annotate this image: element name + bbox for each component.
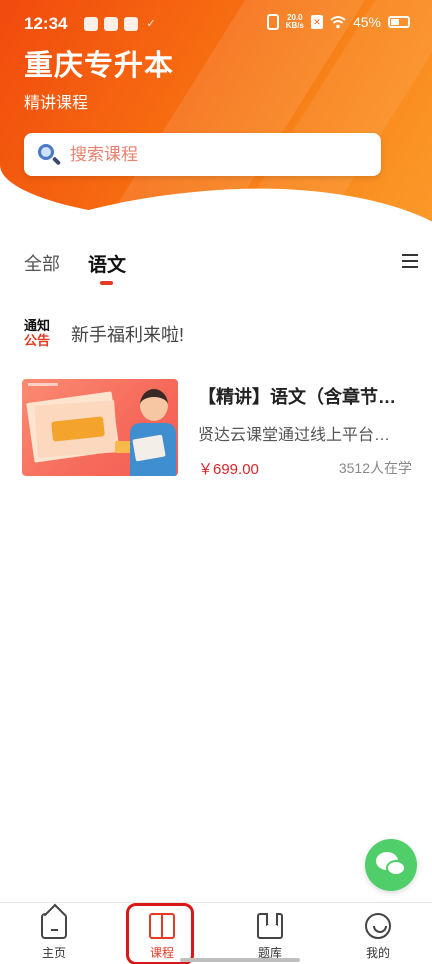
bottom-nav: 主页 课程 题库 我的 — [0, 902, 432, 964]
home-icon — [41, 913, 67, 939]
page-subtitle: 精讲课程 — [24, 95, 89, 112]
nav-home-label: 主页 — [41, 946, 66, 960]
page-title: 重庆专升本 — [24, 50, 175, 82]
notice-text: 新手福利来啦! — [71, 325, 185, 345]
course-card[interactable]: 【精讲】语文（含章节… 贤达云课堂通过线上平台… ￥699.00 3512人在学 — [22, 379, 412, 479]
soul-icon: ✓ — [146, 18, 156, 30]
notice-badge-line1: 通知 — [24, 318, 51, 333]
battery-icon — [388, 16, 410, 28]
app-notification-icon — [104, 17, 118, 31]
notification-icons: ✓ — [84, 17, 158, 31]
notice-badge: 通知 公告 — [24, 318, 56, 350]
nav-home[interactable]: 主页 — [0, 903, 108, 964]
course-description: 贤达云课堂通过线上平台… — [198, 427, 391, 444]
status-bar: 12:34 ✓ 20.0 KB/s ✕ 45% — [0, 10, 432, 40]
question-bank-icon — [257, 913, 283, 939]
nav-courses[interactable]: 课程 — [108, 903, 216, 964]
status-time: 12:34 — [24, 14, 68, 33]
book-icon — [149, 913, 175, 939]
tab-chinese[interactable]: 语文 — [88, 250, 126, 285]
course-price: ￥699.00 — [198, 461, 259, 478]
nav-profile-label: 我的 — [365, 946, 390, 960]
battery-percent: 45% — [352, 14, 381, 30]
wechat-button[interactable] — [365, 839, 417, 891]
nav-question-bank[interactable]: 题库 — [216, 903, 324, 964]
wifi-icon — [330, 16, 346, 29]
network-speed: 20.0 KB/s — [286, 14, 304, 30]
menu-icon[interactable] — [402, 253, 418, 269]
play-icon — [124, 17, 138, 31]
vibrate-icon — [266, 14, 279, 30]
notice-banner[interactable]: 通知 公告 新手福利来啦! — [24, 318, 184, 350]
category-tabs: 全部 语文 — [24, 250, 126, 285]
nav-profile[interactable]: 我的 — [324, 903, 432, 964]
course-thumbnail — [22, 379, 178, 476]
system-status: 20.0 KB/s ✕ 45% — [266, 14, 410, 30]
search-icon — [36, 142, 62, 168]
notice-badge-line2: 公告 — [24, 333, 51, 348]
mail-icon — [84, 17, 98, 31]
home-indicator[interactable] — [180, 958, 300, 962]
network-speed-unit: KB/s — [285, 21, 304, 30]
course-title: 【精讲】语文（含章节… — [198, 387, 396, 407]
tab-all[interactable]: 全部 — [24, 250, 60, 277]
profile-icon — [365, 913, 391, 939]
search-bar[interactable] — [24, 133, 381, 176]
search-input[interactable] — [70, 144, 350, 165]
course-students: 3512人在学 — [338, 460, 412, 476]
sim-off-icon: ✕ — [310, 15, 323, 29]
